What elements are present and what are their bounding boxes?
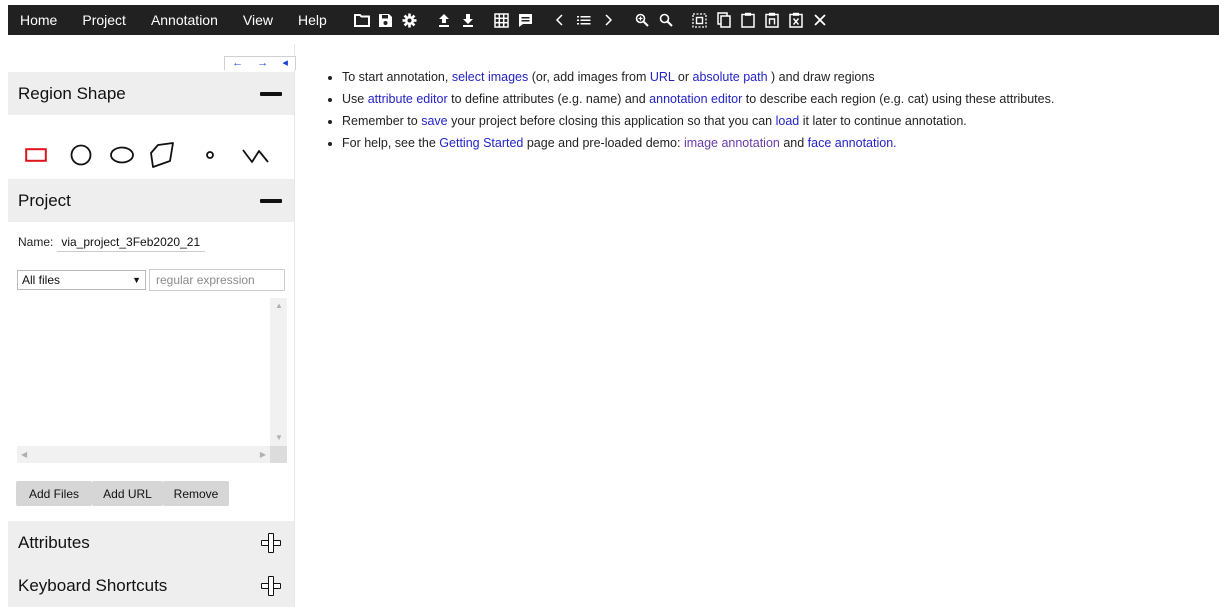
download-icon[interactable] [456, 5, 480, 35]
face-annotation-demo-link[interactable]: face annotation. [808, 136, 897, 150]
next-icon[interactable] [596, 5, 620, 35]
attribute-editor-link[interactable]: attribute editor [368, 92, 448, 106]
grid-view-icon[interactable] [490, 5, 514, 35]
upload-icon[interactable] [432, 5, 456, 35]
getting-started-link[interactable]: Getting Started [439, 136, 523, 150]
url-link[interactable]: URL [650, 70, 675, 84]
absolute-path-link[interactable]: absolute path [693, 70, 768, 84]
region-shape-title: Region Shape [18, 83, 126, 103]
instruction-text: (or, add images from [531, 70, 647, 84]
instruction-text: To start annotation, [342, 70, 449, 84]
menu-view[interactable]: View [231, 5, 286, 35]
instruction-item: For help, see the Getting Started page a… [342, 132, 1054, 154]
arrow-right-icon[interactable]: → [257, 58, 268, 69]
vertical-scrollbar[interactable]: ▲ ▼ [270, 298, 287, 446]
scrollbar-corner [270, 446, 287, 463]
instruction-text: Use [342, 92, 365, 106]
collapse-sidebar-icon[interactable]: ◂ [282, 58, 288, 69]
expand-icon[interactable] [256, 575, 286, 596]
collapse-icon[interactable] [256, 198, 286, 203]
menu-project[interactable]: Project [70, 5, 139, 35]
paste-icon[interactable] [736, 5, 760, 35]
annotation-editor-icon[interactable] [514, 5, 538, 35]
scroll-left-icon[interactable]: ◀ [21, 451, 27, 459]
project-name-row: Name: [18, 232, 206, 252]
file-filter-select[interactable]: All files ▼ [17, 270, 146, 290]
scroll-down-icon[interactable]: ▼ [275, 434, 283, 442]
menu-annotation[interactable]: Annotation [139, 5, 231, 35]
add-files-button[interactable]: Add Files [16, 481, 92, 506]
attributes-header[interactable]: Attributes [8, 521, 294, 564]
instruction-text: or [677, 70, 690, 84]
instruction-text: it later to continue annotation. [802, 114, 967, 128]
project-header[interactable]: Project [8, 179, 294, 222]
scroll-right-icon[interactable]: ▶ [260, 451, 266, 459]
keyboard-shortcuts-title: Keyboard Shortcuts [18, 575, 168, 595]
remove-button[interactable]: Remove [163, 481, 229, 506]
circle-shape-icon[interactable] [65, 139, 97, 171]
instruction-text: For help, see the [342, 136, 436, 150]
annotation-editor-link[interactable]: annotation editor [649, 92, 742, 106]
attributes-title: Attributes [18, 532, 90, 552]
file-list[interactable]: ▲ ▼ ◀ ▶ [17, 298, 287, 463]
delete-region-icon[interactable] [784, 5, 808, 35]
collapse-icon[interactable] [256, 91, 286, 96]
save-link[interactable]: save [421, 114, 447, 128]
zoom-in-icon[interactable] [630, 5, 654, 35]
close-icon[interactable] [808, 5, 832, 35]
polyline-shape-icon[interactable] [236, 137, 276, 173]
instruction-item: To start annotation, select images (or, … [342, 66, 1054, 88]
regex-filter-input[interactable] [149, 269, 285, 291]
polygon-shape-icon[interactable] [144, 137, 180, 173]
select-all-icon[interactable] [688, 5, 712, 35]
settings-icon[interactable] [398, 5, 422, 35]
instruction-text: Remember to [342, 114, 418, 128]
region-shape-header[interactable]: Region Shape [8, 72, 294, 115]
file-filter-selected: All files [22, 273, 61, 287]
previous-icon[interactable] [548, 5, 572, 35]
paste-n-icon[interactable] [760, 5, 784, 35]
zoom-out-icon[interactable] [654, 5, 678, 35]
horizontal-scrollbar[interactable]: ◀ ▶ [17, 446, 270, 463]
main-menu: Home Project Annotation View Help [8, 5, 340, 35]
getting-started-instructions: To start annotation, select images (or, … [325, 66, 1054, 154]
rectangle-shape-icon[interactable] [20, 139, 52, 171]
image-annotation-demo-link[interactable]: image annotation [684, 136, 780, 150]
point-shape-icon[interactable] [196, 141, 224, 169]
instruction-item: Use attribute editor to define attribute… [342, 88, 1054, 110]
project-name-input[interactable] [57, 232, 206, 252]
copy-icon[interactable] [712, 5, 736, 35]
scroll-up-icon[interactable]: ▲ [275, 302, 283, 310]
instruction-text: and [783, 136, 805, 150]
project-title: Project [18, 190, 71, 210]
region-shape-tools [8, 131, 294, 179]
top-menu-bar: Home Project Annotation View Help [8, 5, 1219, 35]
dropdown-arrow-icon: ▼ [132, 275, 141, 285]
ellipse-shape-icon[interactable] [106, 139, 138, 171]
left-sidebar: ← → ◂ Region Shape Project Name: via_pro… [8, 44, 296, 607]
load-link[interactable]: load [776, 114, 800, 128]
project-name-label: Name: [18, 235, 54, 249]
instruction-text: to describe each region (e.g. cat) using… [745, 92, 1055, 106]
select-images-link[interactable]: select images [452, 70, 528, 84]
keyboard-shortcuts-header[interactable]: Keyboard Shortcuts [8, 564, 294, 607]
arrow-left-icon[interactable]: ← [232, 58, 243, 69]
folder-icon[interactable] [350, 5, 374, 35]
instruction-item: Remember to save your project before clo… [342, 110, 1054, 132]
expand-icon[interactable] [256, 532, 286, 553]
add-url-button[interactable]: Add URL [92, 481, 163, 506]
list-icon[interactable] [572, 5, 596, 35]
menu-home[interactable]: Home [8, 5, 70, 35]
sidebar-nav-arrows: ← → ◂ [224, 56, 296, 70]
instruction-text: ) and draw regions [771, 70, 875, 84]
save-icon[interactable] [374, 5, 398, 35]
instruction-text: your project before closing this applica… [451, 114, 773, 128]
toolbar [350, 5, 832, 35]
instruction-text: page and pre-loaded demo: [526, 136, 681, 150]
instruction-text: to define attributes (e.g. name) and [451, 92, 646, 106]
menu-help[interactable]: Help [286, 5, 340, 35]
